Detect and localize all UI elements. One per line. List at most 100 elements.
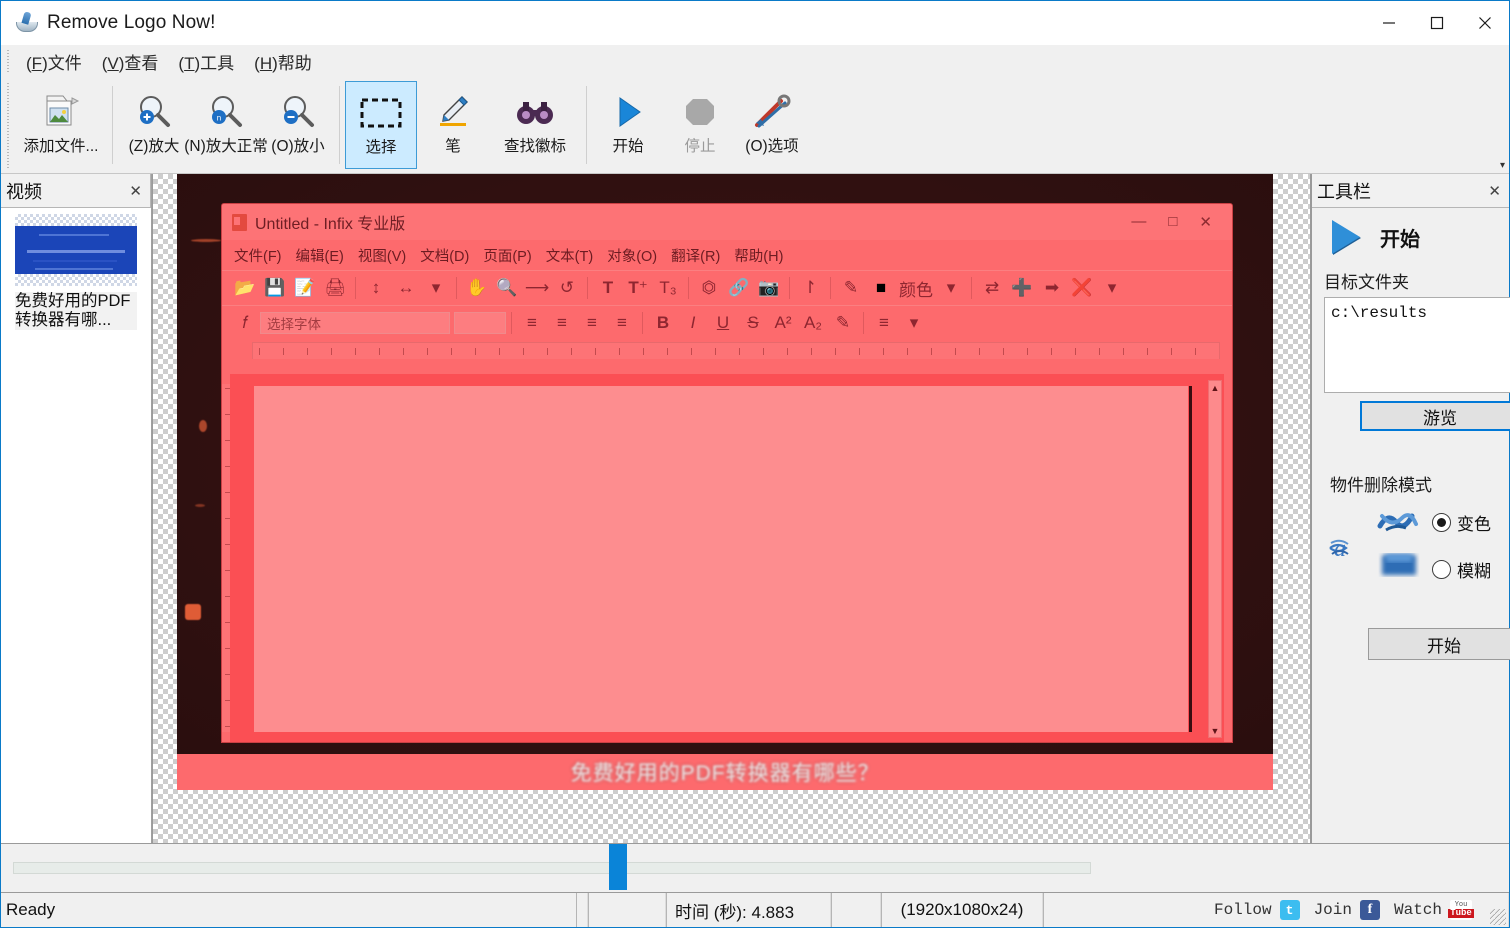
- print-icon[interactable]: 🖨: [320, 275, 350, 301]
- embedded-menu-document[interactable]: 文档(D): [420, 245, 469, 266]
- radio-recolor[interactable]: [1432, 513, 1451, 532]
- resize-grip-icon[interactable]: [1490, 909, 1506, 925]
- page-dropdown-icon[interactable]: ▾: [1097, 275, 1127, 301]
- save-as-icon[interactable]: 📝: [290, 275, 320, 301]
- text-tool-icon[interactable]: T: [593, 275, 623, 301]
- scroll-up-icon[interactable]: ▲: [1209, 381, 1221, 394]
- font-select-input[interactable]: 选择字体: [260, 312, 450, 334]
- facebook-icon[interactable]: f: [1359, 900, 1380, 920]
- align-right-icon[interactable]: ≡: [577, 310, 607, 336]
- follow-label[interactable]: Follow: [1214, 901, 1272, 919]
- join-label[interactable]: Join: [1314, 901, 1352, 919]
- minimize-button[interactable]: [1365, 1, 1413, 45]
- embedded-menu-translate[interactable]: 翻译(R): [671, 245, 720, 266]
- close-button[interactable]: [1461, 1, 1509, 45]
- twitter-icon[interactable]: t: [1279, 900, 1300, 920]
- crop-icon[interactable]: ⏣: [694, 275, 724, 301]
- italic-icon[interactable]: I: [678, 310, 708, 336]
- embedded-menu-help[interactable]: 帮助(H): [734, 245, 783, 266]
- embedded-menu-file[interactable]: 文件(F): [234, 245, 282, 266]
- watch-label[interactable]: Watch: [1394, 901, 1442, 919]
- list-dropdown-icon[interactable]: ▾: [899, 310, 929, 336]
- embedded-close-icon[interactable]: ✕: [1199, 213, 1212, 231]
- camera-icon[interactable]: 📷: [754, 275, 784, 301]
- document-page-area[interactable]: ▲ ▼: [230, 374, 1224, 742]
- menubar-grip[interactable]: [5, 48, 12, 74]
- save-icon[interactable]: 💾: [260, 275, 290, 301]
- toolbar-zoom-normal-button[interactable]: n (N)放大正常: [184, 81, 268, 169]
- dropdown-icon[interactable]: ▾: [421, 275, 451, 301]
- timeline-bar[interactable]: [1, 843, 1509, 893]
- embedded-menu-edit[interactable]: 编辑(E): [296, 245, 344, 266]
- page-add-icon[interactable]: ➕: [1007, 275, 1037, 301]
- link-icon[interactable]: 🔗: [724, 275, 754, 301]
- toolbar-stop-button[interactable]: 停止: [664, 81, 736, 169]
- video-list-item[interactable]: 免费好用的PDF转换器有哪...: [5, 214, 147, 330]
- menu-view[interactable]: (V)查看: [92, 46, 169, 77]
- menu-file[interactable]: (F)文件: [16, 46, 92, 77]
- embedded-menu-view[interactable]: 视图(V): [358, 245, 406, 266]
- browse-button[interactable]: 游览: [1360, 401, 1510, 431]
- page-delete-icon[interactable]: ❌: [1067, 275, 1097, 301]
- font-size-input[interactable]: [454, 312, 506, 334]
- align-left-icon[interactable]: ≡: [517, 310, 547, 336]
- video-frame[interactable]: Untitled - Infix 专业版 — □ ✕ 文件(F) 编辑(E) 视…: [177, 174, 1273, 790]
- toolbar-pen-button[interactable]: 笔: [417, 81, 489, 169]
- undo-icon[interactable]: ↺: [552, 275, 582, 301]
- open-folder-icon[interactable]: 📂: [230, 275, 260, 301]
- embedded-menu-page[interactable]: 页面(P): [483, 245, 531, 266]
- fit-height-icon[interactable]: ↕: [361, 275, 391, 301]
- document-vertical-scrollbar[interactable]: ▲ ▼: [1208, 380, 1222, 738]
- toolbar-find-logo-button[interactable]: 查找徽标: [489, 81, 581, 169]
- toolbar-add-files-button[interactable]: 添加文件...: [15, 81, 107, 169]
- scroll-down-icon[interactable]: ▼: [1209, 724, 1221, 737]
- preview-canvas[interactable]: Untitled - Infix 专业版 — □ ✕ 文件(F) 编辑(E) 视…: [152, 174, 1311, 843]
- menu-help[interactable]: (H)帮助: [244, 46, 322, 77]
- toolbar-start-button[interactable]: 开始: [592, 81, 664, 169]
- text-format-icon[interactable]: T₃: [653, 275, 683, 301]
- embedded-menu-text[interactable]: 文本(T): [546, 245, 594, 266]
- video-dock-close-icon[interactable]: ✕: [129, 182, 142, 200]
- toolbox-start-button[interactable]: 开始: [1368, 628, 1510, 660]
- subscript-icon[interactable]: A₂: [798, 310, 828, 336]
- pointer-icon[interactable]: ⟶: [522, 275, 552, 301]
- menu-tools[interactable]: (T)工具: [168, 46, 244, 77]
- eyedropper-icon[interactable]: ✎: [836, 275, 866, 301]
- underline-icon[interactable]: U: [708, 310, 738, 336]
- toolbar-zoom-in-button[interactable]: (Z)放大: [118, 81, 190, 169]
- color-dropdown-icon[interactable]: ▾: [936, 275, 966, 301]
- maximize-button[interactable]: [1413, 1, 1461, 45]
- youtube-icon[interactable]: You Tube: [1448, 900, 1474, 920]
- embedded-minimize-icon[interactable]: —: [1131, 213, 1146, 231]
- replace-icon[interactable]: ⇄: [977, 275, 1007, 301]
- fit-width-icon[interactable]: ↔: [391, 275, 421, 301]
- hand-icon[interactable]: ✋: [462, 275, 492, 301]
- toolbar-grip[interactable]: [5, 81, 12, 169]
- align-center-icon[interactable]: ≡: [547, 310, 577, 336]
- delete-mode-option-recolor[interactable]: 变色: [1432, 510, 1491, 535]
- superscript-icon[interactable]: A²: [768, 310, 798, 336]
- toolbar-select-button[interactable]: 选择: [345, 81, 417, 169]
- toolbox-start-row[interactable]: 开始: [1332, 220, 1501, 254]
- delete-mode-option-blur[interactable]: 模糊: [1432, 557, 1491, 582]
- highlight-icon[interactable]: ✎: [828, 310, 858, 336]
- toolbar-zoom-out-button[interactable]: (O)放小: [262, 81, 334, 169]
- timeline-playhead[interactable]: [609, 844, 627, 890]
- strikethrough-icon[interactable]: S: [738, 310, 768, 336]
- radio-blur[interactable]: [1432, 560, 1451, 579]
- document-page[interactable]: [254, 386, 1188, 732]
- snap-icon[interactable]: ↾: [795, 275, 825, 301]
- color-swatch-icon[interactable]: ■: [866, 275, 896, 301]
- embedded-infix-window[interactable]: Untitled - Infix 专业版 — □ ✕ 文件(F) 编辑(E) 视…: [222, 204, 1232, 742]
- embedded-maximize-icon[interactable]: □: [1168, 213, 1177, 231]
- list-icon[interactable]: ≡: [869, 310, 899, 336]
- toolbox-dock-close-icon[interactable]: ✕: [1488, 182, 1501, 200]
- page-export-icon[interactable]: ➡: [1037, 275, 1067, 301]
- zoom-icon[interactable]: 🔍: [492, 275, 522, 301]
- toolbar-options-button[interactable]: (O)选项: [736, 81, 808, 169]
- align-justify-icon[interactable]: ≡: [607, 310, 637, 336]
- bold-icon[interactable]: B: [648, 310, 678, 336]
- text-edit-icon[interactable]: T ⁺: [623, 275, 653, 301]
- embedded-menu-object[interactable]: 对象(O): [607, 245, 657, 266]
- timeline-track[interactable]: [13, 862, 1091, 874]
